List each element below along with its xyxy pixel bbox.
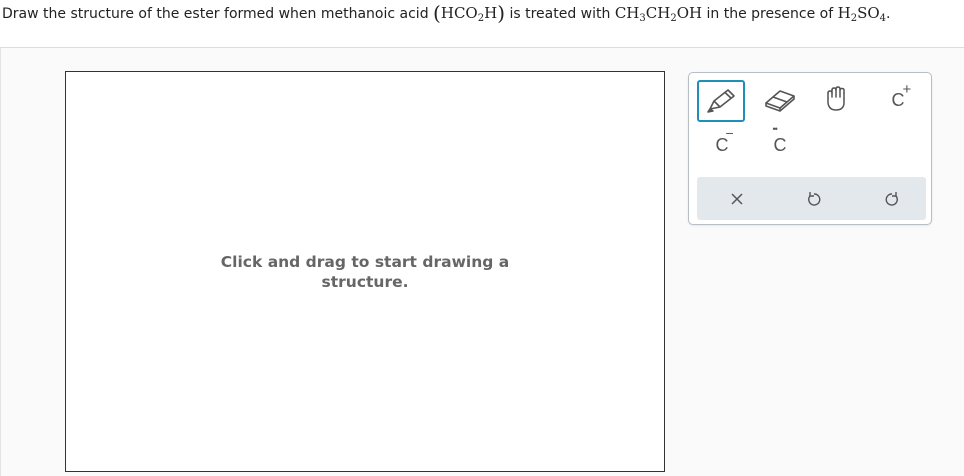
canvas-hint-line-1: Click and drag to start drawing a [220,253,510,271]
question-prompt: Draw the structure of the ester formed w… [2,0,962,28]
undo-button[interactable] [784,177,844,220]
toolbox: C + C − C •• [688,72,932,225]
canvas-hint: Click and drag to start drawing a struct… [66,252,664,292]
pencil-tool-button[interactable] [697,80,745,122]
action-bar [697,177,926,220]
eraser-tool-button[interactable] [755,80,805,120]
pencil-icon [707,89,735,113]
formula-sulfuric-acid: H2SO4 [837,4,887,24]
clear-button[interactable] [707,177,767,220]
question-text-3: in the presence of [702,6,838,22]
question-period: . [886,6,891,22]
hand-move-icon [827,86,845,111]
undo-icon [808,191,821,206]
question-text-1: Draw the structure of the ester formed w… [2,6,434,22]
drawing-canvas[interactable]: Click and drag to start drawing a struct… [65,71,665,472]
formula-paren-open: ( [433,1,441,25]
negative-charge-button[interactable]: C − [697,125,747,165]
formula-methanoic-acid: HCO2H [440,4,498,24]
lone-pair-button[interactable]: C •• [755,123,805,165]
question-text-2: is treated with [505,6,615,22]
move-tool-button[interactable] [813,80,863,120]
positive-charge-icon: C + [891,80,912,110]
redo-icon [885,191,898,206]
lone-pair-icon: C •• [772,123,787,155]
redo-button[interactable] [862,177,922,220]
formula-ethanol: CH3CH2OH [614,4,703,24]
eraser-icon [765,90,795,112]
formula-paren-close: ) [497,1,505,25]
canvas-hint-line-2: structure. [321,273,409,291]
positive-charge-button[interactable]: C + [873,80,923,120]
negative-charge-icon: C − [715,124,734,155]
clear-icon [731,192,743,205]
